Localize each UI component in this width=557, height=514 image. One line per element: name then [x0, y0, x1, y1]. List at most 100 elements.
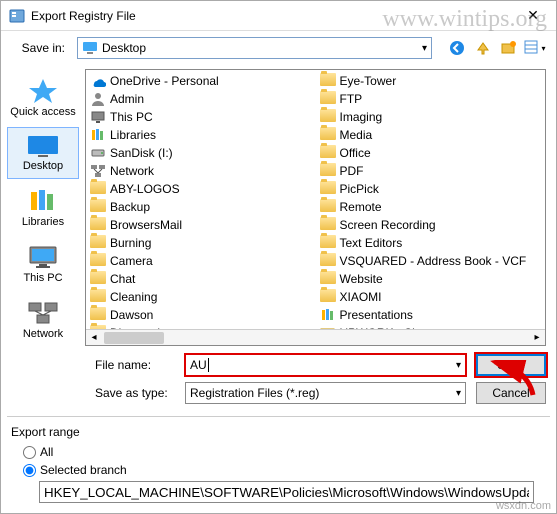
toolbar-icons: ▾: [438, 37, 546, 59]
list-item[interactable]: Network: [86, 162, 316, 180]
list-item[interactable]: Dawson: [86, 306, 316, 324]
place-label: Network: [10, 328, 76, 340]
list-item[interactable]: Camera: [86, 252, 316, 270]
list-item[interactable]: Text Editors: [316, 234, 546, 252]
save-type-label: Save as type:: [95, 386, 175, 400]
save-in-value: Desktop: [102, 41, 422, 55]
file-list[interactable]: OneDrive - Personal Admin This PC Libraries…: [85, 69, 546, 346]
cancel-button[interactable]: Cancel: [476, 382, 546, 404]
folder-icon: [320, 199, 336, 215]
scroll-thumb[interactable]: [104, 332, 164, 344]
list-item[interactable]: Presentations: [316, 306, 546, 324]
list-item[interactable]: PDF: [316, 162, 546, 180]
save-in-row: Save in: Desktop ▾ ▾: [1, 31, 556, 65]
save-in-combo[interactable]: Desktop ▾: [77, 37, 432, 59]
places-bar: Quick access Desktop Libraries This PC N…: [1, 65, 85, 350]
list-item-label: Burning: [110, 236, 151, 250]
file-column-1: OneDrive - Personal Admin This PC Libraries…: [86, 70, 316, 329]
file-name-value: AU: [190, 358, 207, 372]
close-button[interactable]: ✕: [518, 7, 548, 24]
folder-icon: [90, 289, 106, 305]
list-item[interactable]: Remote: [316, 198, 546, 216]
list-item[interactable]: Office: [316, 144, 546, 162]
list-item[interactable]: XIAOMI: [316, 288, 546, 306]
libraries-icon: [90, 127, 106, 143]
save-button[interactable]: Save: [476, 354, 546, 376]
list-item[interactable]: Screen Recording: [316, 216, 546, 234]
folder-icon: [90, 325, 106, 329]
list-item-label: SanDisk (I:): [110, 146, 173, 160]
list-item[interactable]: Burning: [86, 234, 316, 252]
up-button[interactable]: [472, 37, 494, 59]
folder-icon: [90, 199, 106, 215]
new-folder-button[interactable]: [498, 37, 520, 59]
chevron-down-icon: ▾: [456, 360, 461, 371]
chevron-down-icon: ▾: [422, 43, 427, 54]
save-type-combo[interactable]: Registration Files (*.reg) ▾: [185, 382, 466, 404]
scroll-left-arrow[interactable]: ◂: [86, 332, 102, 343]
radio-selected-input[interactable]: [23, 464, 36, 477]
list-item-label: OneDrive - Personal: [110, 74, 219, 88]
radio-selected-branch[interactable]: Selected branch: [23, 463, 546, 477]
file-name-input[interactable]: AU ▾: [185, 354, 466, 376]
list-item[interactable]: Media: [316, 126, 546, 144]
folder-icon: [320, 145, 336, 161]
list-item-label: Eye-Tower: [340, 74, 397, 88]
drive-icon: [90, 145, 106, 161]
list-item-label: Admin: [110, 92, 144, 106]
window-title: Export Registry File: [31, 9, 518, 23]
list-item-label: Backup: [110, 200, 150, 214]
list-item-label: Libraries: [110, 128, 156, 142]
list-item-label: Media: [340, 128, 373, 142]
libraries-icon: [320, 307, 336, 323]
folder-icon: [320, 163, 336, 179]
place-desktop[interactable]: Desktop: [7, 127, 79, 179]
list-item[interactable]: VSQUARED - Address Book - VCF: [316, 252, 546, 270]
list-item[interactable]: Eye-Tower: [316, 72, 546, 90]
folder-icon: [320, 217, 336, 233]
place-libraries[interactable]: Libraries: [7, 181, 79, 235]
list-item[interactable]: Chat: [86, 270, 316, 288]
save-in-label: Save in:: [11, 41, 71, 55]
list-item[interactable]: ABY-LOGOS: [86, 180, 316, 198]
list-item[interactable]: Admin: [86, 90, 316, 108]
folder-icon: [90, 271, 106, 287]
branch-path-input[interactable]: [39, 481, 534, 503]
radio-all-input[interactable]: [23, 446, 36, 459]
list-item-label: Presentations: [340, 308, 413, 322]
place-quick-access[interactable]: Quick access: [7, 71, 79, 125]
list-item[interactable]: Cleaning: [86, 288, 316, 306]
list-item-label: PDF: [340, 164, 364, 178]
folder-icon: [320, 109, 336, 125]
list-item[interactable]: Backup: [86, 198, 316, 216]
list-item-label: Dawson: [110, 308, 153, 322]
list-item[interactable]: SanDisk (I:): [86, 144, 316, 162]
folder-icon: [90, 235, 106, 251]
list-item[interactable]: PicPick: [316, 180, 546, 198]
folder-icon: [320, 289, 336, 305]
list-item-label: PicPick: [340, 182, 379, 196]
list-item-label: Office: [340, 146, 371, 160]
view-menu-button[interactable]: ▾: [524, 37, 546, 59]
folder-icon: [90, 253, 106, 269]
place-network[interactable]: Network: [7, 293, 79, 347]
back-button[interactable]: [446, 37, 468, 59]
list-item-label: Website: [340, 272, 383, 286]
horizontal-scrollbar[interactable]: ◂ ▸: [86, 329, 545, 345]
main-area: Quick access Desktop Libraries This PC N…: [1, 65, 556, 350]
file-name-label: File name:: [95, 358, 175, 372]
list-item[interactable]: FTP: [316, 90, 546, 108]
list-item[interactable]: This PC: [86, 108, 316, 126]
list-item[interactable]: BrowsersMail: [86, 216, 316, 234]
user-icon: [90, 91, 106, 107]
list-item[interactable]: Libraries: [86, 126, 316, 144]
list-item[interactable]: OneDrive - Personal: [86, 72, 316, 90]
folder-icon: [90, 217, 106, 233]
scroll-right-arrow[interactable]: ▸: [529, 332, 545, 343]
list-item[interactable]: Website: [316, 270, 546, 288]
radio-all[interactable]: All: [23, 445, 546, 459]
place-this-pc[interactable]: This PC: [7, 237, 79, 291]
list-item-label: Network: [110, 164, 154, 178]
list-item[interactable]: Imaging: [316, 108, 546, 126]
folder-icon: [320, 91, 336, 107]
